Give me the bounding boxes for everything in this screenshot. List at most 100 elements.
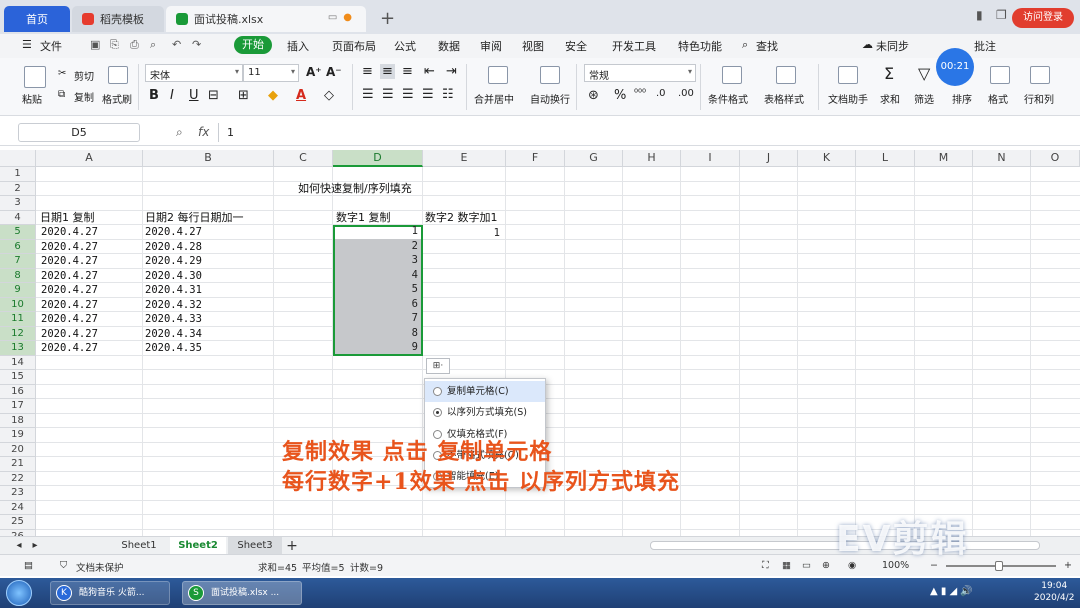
start-button[interactable] (6, 580, 32, 606)
row-col-button[interactable]: 行和列 (1024, 91, 1054, 106)
italic-icon[interactable]: I (170, 88, 174, 103)
page-layout-icon[interactable]: ▭ (802, 560, 811, 571)
tab-document[interactable]: 面试投稿.xlsx ▭● (166, 6, 366, 32)
row-header[interactable]: 6 (0, 239, 36, 254)
distribute-icon[interactable]: ☷ (442, 87, 454, 102)
conditional-format-button[interactable]: 条件格式 (708, 91, 748, 106)
column-header-l[interactable]: L (856, 150, 915, 167)
merge-center-button[interactable]: 合并居中 (474, 91, 514, 106)
header-date1[interactable]: 日期1 复制 (40, 211, 95, 225)
border-icon[interactable]: ⊞ (238, 88, 249, 103)
undo-icon[interactable]: ↶ (172, 38, 181, 51)
menu-special[interactable]: 特色功能 (678, 38, 722, 54)
sheet-nav-icon[interactable]: ▸ (28, 537, 42, 555)
column-header-a[interactable]: A (36, 150, 143, 167)
column-header-k[interactable]: K (798, 150, 856, 167)
row-header[interactable]: 8 (0, 268, 36, 283)
format-button[interactable]: 格式 (988, 91, 1008, 106)
zoom-slider-handle[interactable] (995, 561, 1003, 571)
cell-date1[interactable]: 2020.4.27 (41, 312, 98, 326)
menu-file[interactable]: 文件 (40, 38, 62, 54)
decimal-decrease-icon[interactable]: .00 (678, 88, 694, 99)
popup-copy-cells[interactable]: 复制单元格(C) (425, 381, 545, 402)
tab-template[interactable]: 稻壳模板 (72, 6, 164, 32)
cell-e5[interactable]: 1 (420, 227, 500, 239)
number-format-select[interactable]: 常规 ▾ (584, 64, 696, 82)
menu-data[interactable]: 数据 (438, 38, 460, 54)
font-color-icon[interactable]: A (296, 88, 306, 103)
zoom-search-icon[interactable]: ⌕ (176, 125, 183, 140)
copy-button[interactable]: 复制 (74, 89, 94, 104)
formula-input[interactable]: 1 (218, 123, 1078, 142)
menu-insert[interactable]: 插入 (287, 38, 309, 54)
conditional-format-icon[interactable] (722, 66, 742, 84)
row-header[interactable]: 3 (0, 196, 36, 211)
font-size-select[interactable]: 11 ▾ (243, 64, 299, 82)
row-header[interactable]: 7 (0, 254, 36, 269)
cell-number1[interactable]: 6 (338, 298, 418, 310)
cell-date2[interactable]: 2020.4.30 (145, 269, 202, 283)
format-icon[interactable] (990, 66, 1010, 84)
column-header-f[interactable]: F (506, 150, 565, 167)
sheet-tab-3[interactable]: Sheet3 (228, 537, 282, 555)
column-header-b[interactable]: B (143, 150, 274, 167)
taskbar-music[interactable]: K 酷狗音乐 火箭... (50, 581, 170, 605)
row-header[interactable]: 9 (0, 283, 36, 298)
indent-decrease-icon[interactable]: ⇤ (424, 64, 435, 79)
increase-font-icon[interactable]: A⁺ (306, 65, 322, 79)
row-header[interactable]: 2 (0, 181, 36, 196)
wrap-text-icon[interactable] (540, 66, 560, 84)
row-header[interactable]: 18 (0, 413, 36, 428)
menu-search[interactable]: 查找 (756, 38, 778, 54)
cell-date1[interactable]: 2020.4.27 (41, 283, 98, 297)
row-header[interactable]: 1 (0, 167, 36, 182)
cell-date1[interactable]: 2020.4.27 (41, 225, 98, 239)
cell-date1[interactable]: 2020.4.27 (41, 327, 98, 341)
table-style-icon[interactable] (776, 66, 796, 84)
align-top-icon[interactable]: ≡ (362, 64, 373, 79)
fx-icon[interactable]: fx (198, 125, 209, 139)
justify-icon[interactable]: ☰ (422, 87, 434, 102)
tab-home[interactable]: 首页 (4, 6, 70, 32)
column-header-o[interactable]: O (1031, 150, 1080, 167)
restore-icon[interactable]: ❐ (996, 8, 1007, 22)
cell-date1[interactable]: 2020.4.27 (41, 341, 98, 355)
header-date2[interactable]: 日期2 每行日期加一 (145, 211, 244, 225)
column-header-e[interactable]: E (423, 150, 506, 167)
tray-icons[interactable]: ▲ ▮ ◢ 🔊 (930, 586, 973, 597)
column-header-d[interactable]: D (333, 150, 423, 167)
cell-date2[interactable]: 2020.4.28 (145, 240, 202, 254)
cell-date2[interactable]: 2020.4.29 (145, 254, 202, 268)
paste-options-button[interactable]: ⊞· (426, 358, 450, 374)
indent-increase-icon[interactable]: ⇥ (446, 64, 457, 79)
filter-button[interactable]: 筛选 (914, 91, 934, 106)
column-header-n[interactable]: N (973, 150, 1031, 167)
column-header-j[interactable]: J (740, 150, 798, 167)
align-middle-icon[interactable]: ≡ (380, 64, 395, 79)
cut-icon[interactable]: ✂ (58, 68, 66, 79)
cell-date1[interactable]: 2020.4.27 (41, 298, 98, 312)
row-col-icon[interactable] (1030, 66, 1050, 84)
merge-center-icon[interactable] (488, 66, 508, 84)
sheet-tab-2[interactable]: Sheet2 (170, 537, 226, 555)
normal-view-icon[interactable]: ▦ (782, 560, 791, 571)
cell-number1[interactable]: 9 (338, 341, 418, 353)
row-header[interactable]: 23 (0, 486, 36, 501)
row-header[interactable]: 14 (0, 355, 36, 370)
row-header[interactable]: 25 (0, 515, 36, 530)
cell-number1[interactable]: 5 (338, 283, 418, 295)
row-header[interactable]: 20 (0, 442, 36, 457)
font-name-select[interactable]: 宋体 ▾ (145, 64, 243, 82)
header-number2[interactable]: 数字2 数字加1 (425, 211, 498, 225)
menu-page-layout[interactable]: 页面布局 (332, 38, 376, 54)
cell-date1[interactable]: 2020.4.27 (41, 254, 98, 268)
sum-icon[interactable]: Σ (884, 64, 894, 83)
percent-icon[interactable]: % (614, 88, 626, 103)
sheet-nav-icon[interactable]: ◂ (12, 537, 26, 555)
currency-icon[interactable]: ⊛ (588, 88, 599, 103)
cell-date1[interactable]: 2020.4.27 (41, 269, 98, 283)
menu-review[interactable]: 审阅 (480, 38, 502, 54)
row-header[interactable]: 17 (0, 399, 36, 414)
select-all-corner[interactable] (0, 150, 36, 167)
menu-dev-tools[interactable]: 开发工具 (612, 38, 656, 54)
